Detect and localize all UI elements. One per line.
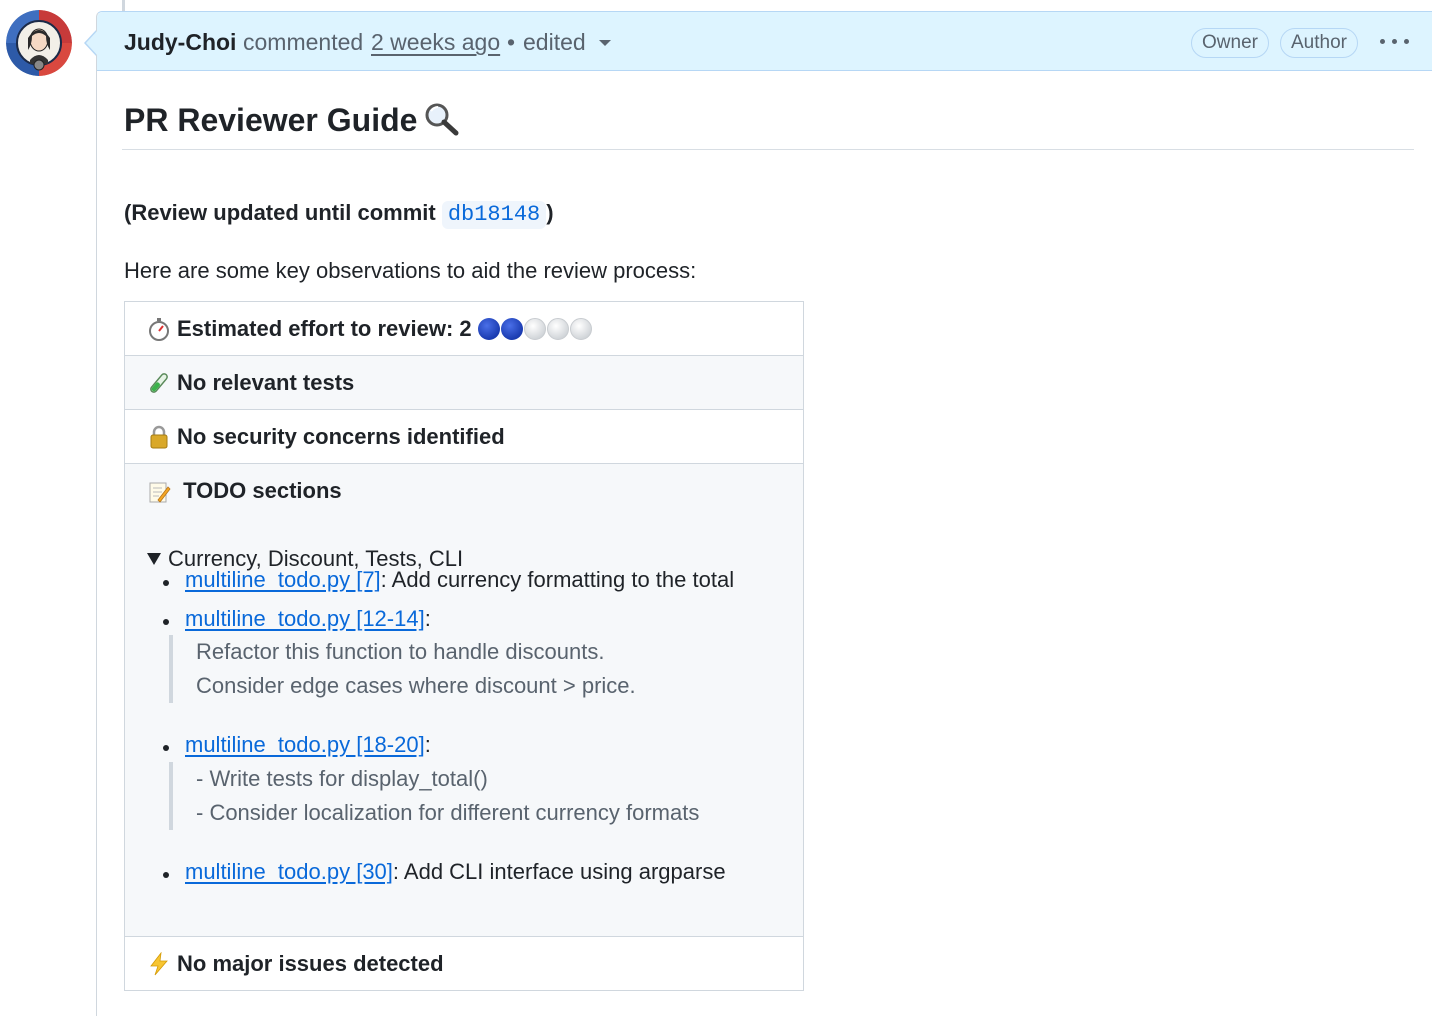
header-separator: •	[507, 29, 516, 55]
todo-blockquote: - Write tests for display_total() - Cons…	[169, 762, 699, 830]
todo-item-text: : Add CLI interface using argparse	[392, 859, 726, 884]
memo-icon	[147, 480, 171, 504]
effort-dot-filled	[477, 317, 500, 340]
effort-row: Estimated effort to review: 2	[125, 302, 803, 355]
kebab-menu-icon[interactable]	[1380, 39, 1410, 47]
issues-row: No major issues detected	[125, 936, 803, 990]
magnifier-icon	[423, 101, 461, 137]
intro-text: Here are some key observations to aid th…	[124, 258, 697, 283]
quote-line: Refactor this function to handle discoun…	[196, 639, 605, 664]
list-bullet	[163, 580, 169, 586]
owner-badge: Owner	[1191, 28, 1269, 58]
todo-file-link[interactable]: multiline_todo.py [18-20]	[185, 732, 425, 757]
list-bullet	[163, 872, 169, 878]
chevron-down-icon[interactable]	[599, 40, 611, 46]
security-row: No security concerns identified	[125, 409, 803, 463]
effort-dot-empty	[546, 317, 569, 340]
review-prefix: (Review updated until commit	[124, 200, 436, 225]
avatar[interactable]	[6, 10, 72, 76]
todo-item-text: : Add currency formatting to the total	[380, 567, 735, 592]
tests-label: No relevant tests	[177, 369, 355, 395]
quote-line: - Consider localization for different cu…	[196, 800, 700, 825]
quote-line: - Write tests for display_total()	[196, 766, 488, 791]
effort-dot-empty	[523, 317, 546, 340]
lock-icon	[147, 425, 171, 449]
issues-label: No major issues detected	[177, 950, 444, 976]
effort-meter	[477, 317, 593, 340]
disclosure-triangle-icon[interactable]	[147, 553, 161, 565]
review-status: (Review updated until commit db18148)	[124, 200, 554, 229]
comment-container: Judy-Choi commented 2 weeks ago • edited…	[96, 11, 1432, 1016]
review-suffix: )	[546, 200, 554, 225]
todo-file-link[interactable]: multiline_todo.py [7]	[185, 567, 381, 592]
stopwatch-icon	[147, 317, 171, 341]
commit-link[interactable]: db18148	[441, 201, 547, 229]
security-label: No security concerns identified	[177, 423, 505, 449]
effort-label: Estimated effort to review:	[177, 315, 454, 341]
test-tube-icon	[147, 371, 171, 395]
title-divider	[122, 149, 1414, 150]
lightning-icon	[147, 951, 171, 976]
effort-dot-empty	[569, 317, 592, 340]
edited-label[interactable]: edited	[523, 29, 586, 56]
effort-value: 2	[459, 315, 472, 341]
comment-timestamp[interactable]: 2 weeks ago	[371, 29, 500, 56]
todo-item-text: :	[424, 606, 431, 631]
todo-heading: TODO sections	[147, 478, 342, 504]
todo-file-link[interactable]: multiline_todo.py [30]	[185, 859, 393, 884]
todo-item-text: :	[424, 732, 431, 757]
quote-line: Consider edge cases where discount > pri…	[196, 673, 636, 698]
todo-details: Currency, Discount, Tests, CLI multiline…	[147, 546, 734, 884]
title-text: PR Reviewer Guide	[124, 102, 418, 138]
list-bullet	[163, 745, 169, 751]
comment-header: Judy-Choi commented 2 weeks ago • edited…	[97, 12, 1432, 71]
comment-caret-fill	[86, 30, 98, 56]
tests-row: No relevant tests	[125, 355, 803, 409]
todo-file-link[interactable]: multiline_todo.py [12-14]	[185, 606, 425, 631]
todo-blockquote: Refactor this function to handle discoun…	[169, 635, 636, 703]
list-bullet	[163, 619, 169, 625]
todo-row: TODO sections Currency, Discount, Tests,…	[125, 463, 803, 936]
todo-label: TODO sections	[183, 478, 342, 503]
author-badge: Author	[1280, 28, 1358, 58]
comment-author[interactable]: Judy-Choi	[124, 29, 236, 56]
page-title: PR Reviewer Guide	[124, 101, 461, 139]
review-table: Estimated effort to review: 2 No relevan…	[124, 301, 804, 991]
effort-dot-filled	[500, 317, 523, 340]
comment-action: commented	[243, 29, 364, 55]
